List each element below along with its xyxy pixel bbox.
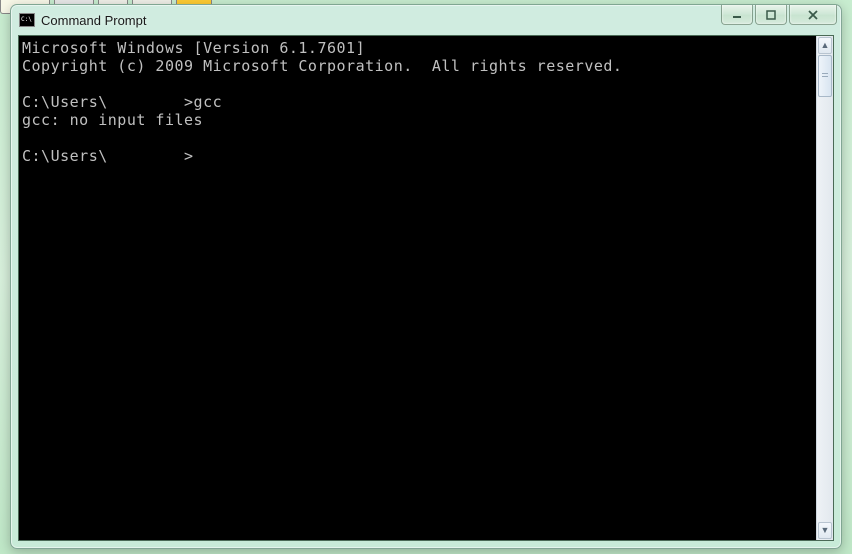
vertical-scrollbar[interactable]: ▲ ▼ <box>816 36 833 540</box>
minimize-button[interactable] <box>721 5 753 25</box>
chevron-down-icon: ▼ <box>821 526 830 535</box>
scroll-down-button[interactable]: ▼ <box>818 522 832 539</box>
terminal-container: Microsoft Windows [Version 6.1.7601]Copy… <box>18 35 834 541</box>
window-controls <box>721 5 837 25</box>
chevron-up-icon: ▲ <box>821 41 830 50</box>
terminal-line: Microsoft Windows [Version 6.1.7601] <box>22 39 813 57</box>
scrollbar-track[interactable] <box>817 55 833 521</box>
scrollbar-thumb[interactable] <box>818 55 832 97</box>
terminal-line <box>22 129 813 147</box>
close-button[interactable] <box>789 5 837 25</box>
command-prompt-window: Command Prompt Microsoft Windows [Versio… <box>10 4 842 549</box>
maximize-button[interactable] <box>755 5 787 25</box>
scroll-up-button[interactable]: ▲ <box>818 37 832 54</box>
terminal-line <box>22 75 813 93</box>
window-title: Command Prompt <box>41 13 837 28</box>
terminal-output[interactable]: Microsoft Windows [Version 6.1.7601]Copy… <box>19 36 816 540</box>
terminal-line: C:\Users\ >gcc <box>22 93 813 111</box>
command-prompt-icon <box>19 13 35 27</box>
close-icon <box>807 10 819 20</box>
terminal-line: C:\Users\ > <box>22 147 813 165</box>
maximize-icon <box>766 10 776 20</box>
minimize-icon <box>732 10 742 20</box>
terminal-line: Copyright (c) 2009 Microsoft Corporation… <box>22 57 813 75</box>
titlebar[interactable]: Command Prompt <box>11 5 841 35</box>
terminal-line: gcc: no input files <box>22 111 813 129</box>
